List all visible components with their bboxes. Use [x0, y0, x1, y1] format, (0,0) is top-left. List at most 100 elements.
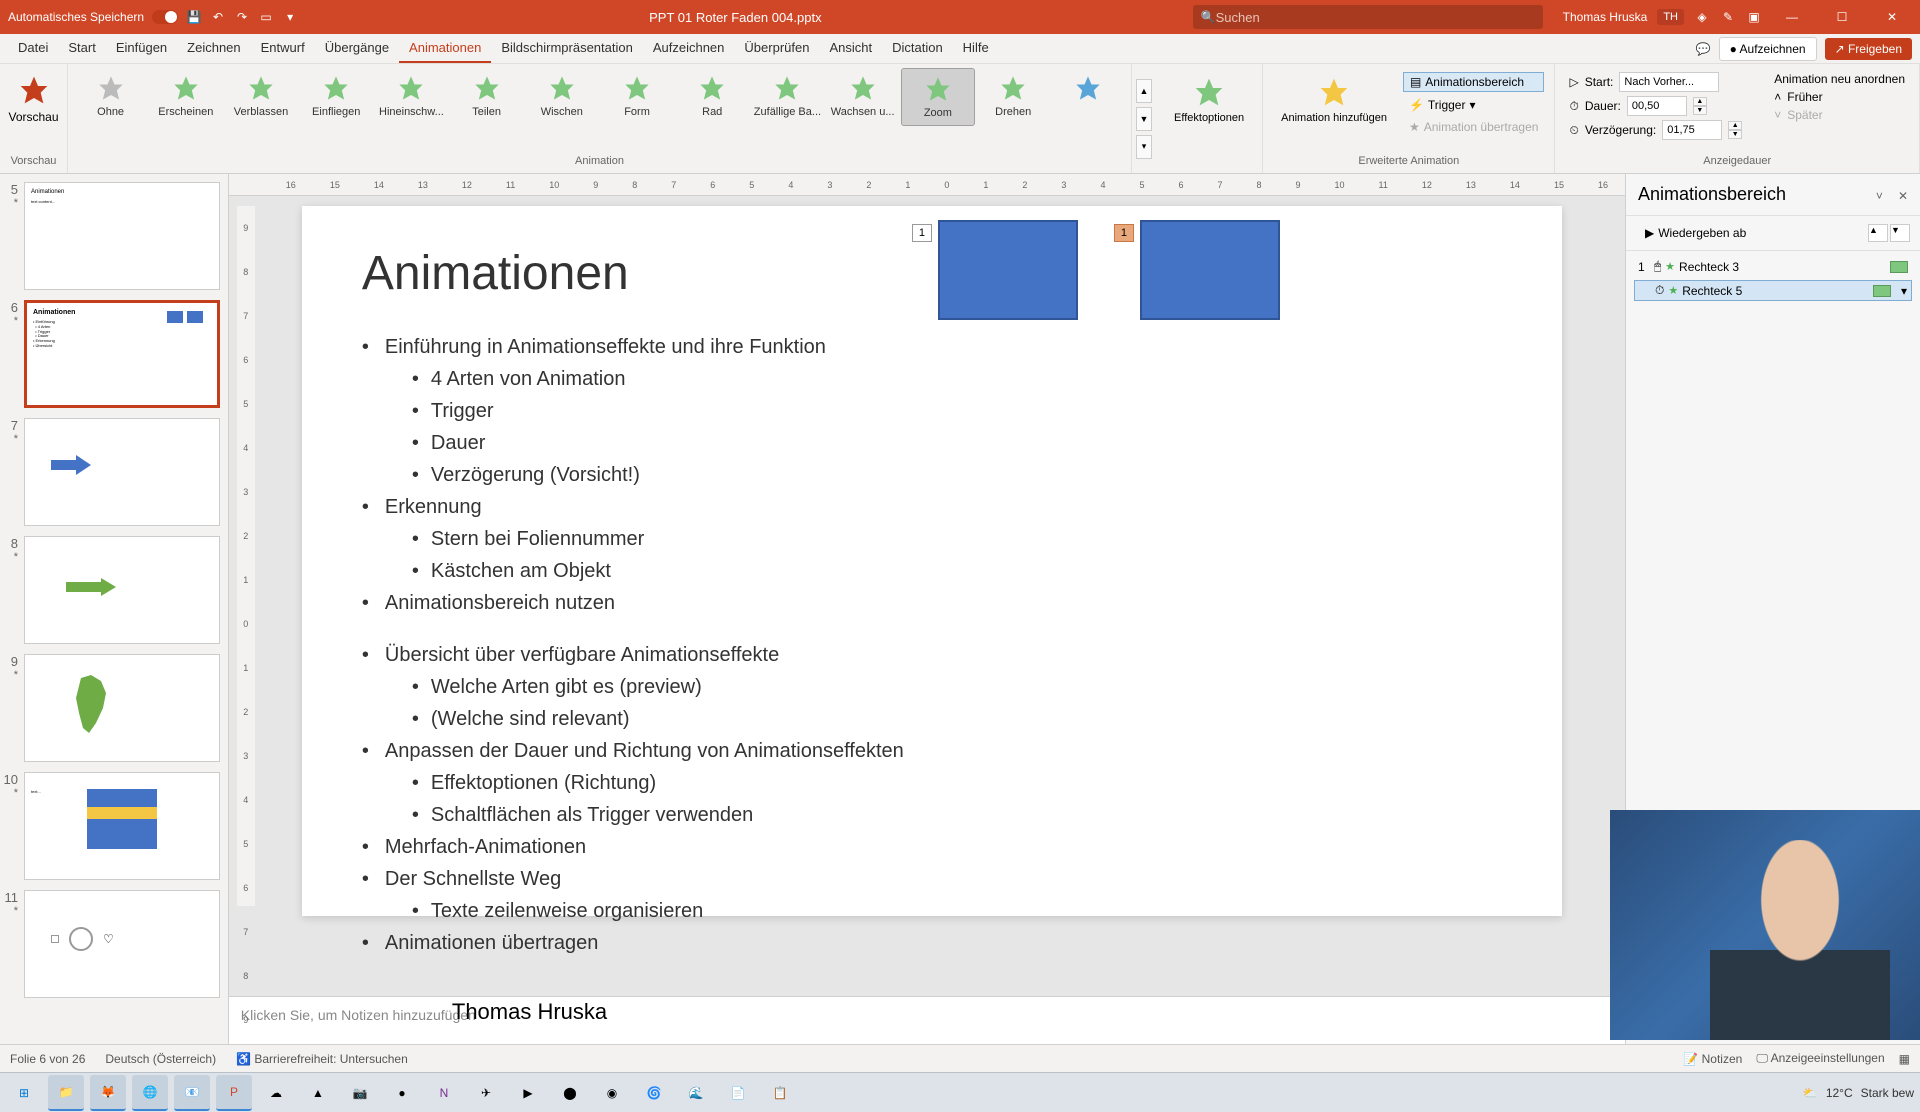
duration-down[interactable]: ▼	[1693, 106, 1707, 115]
slide-canvas[interactable]: Animationen Einführung in Animationseffe…	[302, 206, 1562, 916]
pane-collapse-icon[interactable]: ˅	[1876, 189, 1883, 203]
anim-entry-0[interactable]: 1🖱★Rechteck 3	[1634, 257, 1912, 276]
delay-down[interactable]: ▼	[1728, 130, 1742, 139]
thumb-11[interactable]: 11*♡	[0, 890, 220, 998]
weather-icon[interactable]: ⛅	[1803, 1086, 1818, 1100]
anim-einfliegen[interactable]: Einfliegen	[300, 68, 373, 126]
gallery-up[interactable]: ▲	[1136, 79, 1152, 103]
bullet[interactable]: Effektoptionen (Richtung)	[412, 767, 1502, 799]
language-status[interactable]: Deutsch (Österreich)	[105, 1052, 216, 1066]
anim-zuflligeba[interactable]: Zufällige Ba...	[751, 68, 824, 126]
share-button[interactable]: ↗ Freigeben	[1825, 38, 1912, 60]
minimize-button[interactable]: —	[1772, 0, 1812, 34]
diamond-icon[interactable]: ◈	[1694, 9, 1710, 25]
author-text[interactable]: Thomas Hruska	[452, 999, 1502, 1025]
move-down-button[interactable]: ▼	[1890, 224, 1910, 242]
bullet[interactable]: Trigger	[412, 395, 1502, 427]
bullet[interactable]: Kästchen am Objekt	[412, 555, 1502, 587]
menu-start[interactable]: Start	[58, 34, 105, 63]
slideshow-icon[interactable]: ▭	[258, 9, 274, 25]
menu-hilfe[interactable]: Hilfe	[953, 34, 999, 63]
anim-form[interactable]: Form	[600, 68, 673, 126]
menu-überprüfen[interactable]: Überprüfen	[734, 34, 819, 63]
start-select[interactable]	[1619, 72, 1719, 92]
later-button[interactable]: ˅ Später	[1774, 108, 1905, 122]
autosave-toggle[interactable]	[152, 10, 178, 24]
anim-rad[interactable]: Rad	[676, 68, 749, 126]
pane-close-icon[interactable]: ✕	[1898, 189, 1908, 203]
move-up-button[interactable]: ▲	[1868, 224, 1888, 242]
close-button[interactable]: ✕	[1872, 0, 1912, 34]
menu-ansicht[interactable]: Ansicht	[819, 34, 882, 63]
save-icon[interactable]: 💾	[186, 9, 202, 25]
anim-ohne[interactable]: Ohne	[74, 68, 147, 126]
window-icon[interactable]: ▣	[1746, 9, 1762, 25]
menu-aufzeichnen[interactable]: Aufzeichnen	[643, 34, 735, 63]
bullet[interactable]: (Welche sind relevant)	[412, 703, 1502, 735]
earlier-button[interactable]: ˄ Früher	[1774, 90, 1905, 104]
slide-title[interactable]: Animationen	[362, 246, 1502, 301]
anim-tag-2[interactable]: 1	[1114, 224, 1134, 242]
anim-wachsenu[interactable]: Wachsen u...	[826, 68, 899, 126]
bullet[interactable]: Verzögerung (Vorsicht!)	[412, 459, 1502, 491]
bullet[interactable]: Erkennung	[362, 491, 1502, 523]
trigger-button[interactable]: ⚡ Trigger ▾	[1403, 96, 1545, 114]
slide-thumbnails[interactable]: 5*Animationentext content...6*Animatione…	[0, 174, 229, 1044]
rectangle-3[interactable]	[938, 220, 1078, 320]
anim-teilen[interactable]: Teilen	[450, 68, 523, 126]
copy-animation-button[interactable]: ★ Animation übertragen	[1403, 118, 1545, 136]
preview-button[interactable]: Vorschau	[6, 68, 61, 130]
anim-zoom[interactable]: Zoom	[901, 68, 974, 126]
gallery-more[interactable]: ▾	[1136, 135, 1152, 159]
delay-input[interactable]	[1662, 120, 1722, 140]
undo-icon[interactable]: ↶	[210, 9, 226, 25]
anim-drehen[interactable]: Drehen	[977, 68, 1050, 126]
bullet[interactable]: Animationen übertragen	[362, 927, 1502, 959]
bullet[interactable]: Übersicht über verfügbare Animationseffe…	[362, 639, 1502, 671]
add-animation-button[interactable]: Animation hinzufügen	[1269, 68, 1399, 140]
notes-toggle[interactable]: 📝 Notizen	[1683, 1052, 1742, 1066]
bullet[interactable]: Welche Arten gibt es (preview)	[412, 671, 1502, 703]
maximize-button[interactable]: ☐	[1822, 0, 1862, 34]
anim-tag-1[interactable]: 1	[912, 224, 932, 242]
anim-more[interactable]	[1052, 68, 1125, 126]
menu-animationen[interactable]: Animationen	[399, 34, 491, 63]
thumb-5[interactable]: 5*Animationentext content...	[0, 182, 220, 290]
menu-entwurf[interactable]: Entwurf	[251, 34, 315, 63]
user-badge[interactable]: TH	[1657, 9, 1684, 25]
menu-zeichnen[interactable]: Zeichnen	[177, 34, 250, 63]
rectangle-5[interactable]	[1140, 220, 1280, 320]
search-input[interactable]	[1216, 10, 1535, 25]
anim-hineinschw[interactable]: Hineinschw...	[375, 68, 448, 126]
delay-up[interactable]: ▲	[1728, 121, 1742, 130]
play-from-button[interactable]: ▶ Wiedergeben ab	[1636, 222, 1755, 244]
menu-dictation[interactable]: Dictation	[882, 34, 953, 63]
gallery-down[interactable]: ▼	[1136, 107, 1152, 131]
record-button[interactable]: ● Aufzeichnen	[1719, 37, 1817, 61]
duration-input[interactable]	[1627, 96, 1687, 116]
pen-icon[interactable]: ✎	[1720, 9, 1736, 25]
bullet[interactable]: 4 Arten von Animation	[412, 363, 1502, 395]
bullet[interactable]: Anpassen der Dauer und Richtung von Anim…	[362, 735, 1502, 767]
thumb-10[interactable]: 10*text...	[0, 772, 220, 880]
user-name[interactable]: Thomas Hruska	[1563, 10, 1648, 24]
bullet[interactable]: Dauer	[412, 427, 1502, 459]
animation-pane-button[interactable]: ▤ Animationsbereich	[1403, 72, 1545, 92]
thumb-6[interactable]: 6*Animationen• Einführung • 4 Arten • Tr…	[0, 300, 220, 408]
bullet[interactable]: Stern bei Foliennummer	[412, 523, 1502, 555]
more-icon[interactable]: ▾	[282, 9, 298, 25]
anim-verblassen[interactable]: Verblassen	[224, 68, 297, 126]
thumb-9[interactable]: 9*	[0, 654, 220, 762]
duration-up[interactable]: ▲	[1693, 97, 1707, 106]
anim-wischen[interactable]: Wischen	[525, 68, 598, 126]
bullet[interactable]: Schaltflächen als Trigger verwenden	[412, 799, 1502, 831]
effect-options-button[interactable]: Effektoptionen	[1162, 68, 1256, 132]
bullet[interactable]: Einführung in Animationseffekte und ihre…	[362, 331, 1502, 363]
menu-einfügen[interactable]: Einfügen	[106, 34, 177, 63]
normal-view-icon[interactable]: ▦	[1899, 1052, 1910, 1066]
anim-erscheinen[interactable]: Erscheinen	[149, 68, 222, 126]
bullet[interactable]: Animationsbereich nutzen	[362, 587, 1502, 619]
accessibility-status[interactable]: ♿ Barrierefreiheit: Untersuchen	[236, 1052, 408, 1066]
thumb-8[interactable]: 8*	[0, 536, 220, 644]
bullet[interactable]: Texte zeilenweise organisieren	[412, 895, 1502, 927]
